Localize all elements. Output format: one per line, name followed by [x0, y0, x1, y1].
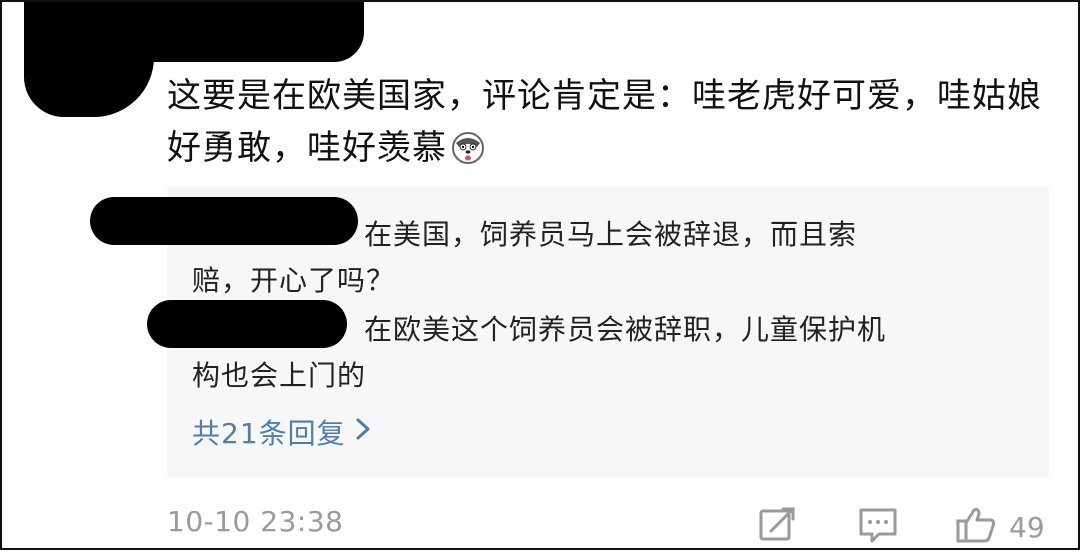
- reply-item-1[interactable]: 在美国，饲养员马上会被辞退，而且索赔，开心了吗？: [192, 212, 892, 304]
- comment-footer: 10-10 23:38 49: [2, 497, 1080, 552]
- like-count: 49: [1009, 510, 1045, 544]
- repost-icon: [757, 505, 797, 549]
- chevron-right-icon: [354, 416, 372, 449]
- comment-button[interactable]: [857, 505, 899, 549]
- redacted-avatar: [24, 22, 154, 117]
- comment-body: 这要是在欧美国家，评论肯定是：哇老虎好可爱，哇姑娘好勇敢，哇好羡慕: [167, 76, 1042, 168]
- thumbs-up-icon: [955, 505, 999, 549]
- husky-emoji-icon: [451, 128, 485, 180]
- reply-text-2: 在欧美这个饲养员会被辞职，儿童保护机构也会上门的: [192, 313, 887, 392]
- comment-card: 这要是在欧美国家，评论肯定是：哇老虎好可爱，哇姑娘好勇敢，哇好羡慕 在美国，饲养…: [0, 0, 1080, 550]
- repost-button[interactable]: [757, 505, 797, 549]
- reply-item-2[interactable]: 在欧美这个饲养员会被辞职，儿童保护机构也会上门的: [192, 307, 892, 399]
- like-button[interactable]: 49: [955, 505, 1045, 549]
- more-replies-label: 共21条回复: [192, 417, 346, 450]
- comment-bubble-icon: [857, 505, 899, 549]
- comment-text: 这要是在欧美国家，评论肯定是：哇老虎好可爱，哇姑娘好勇敢，哇好羡慕: [167, 70, 1047, 180]
- more-replies-link[interactable]: 共21条回复: [192, 412, 372, 452]
- reply-text-1: 在美国，饲养员马上会被辞退，而且索赔，开心了吗？: [192, 218, 858, 297]
- timestamp: 10-10 23:38: [167, 505, 344, 538]
